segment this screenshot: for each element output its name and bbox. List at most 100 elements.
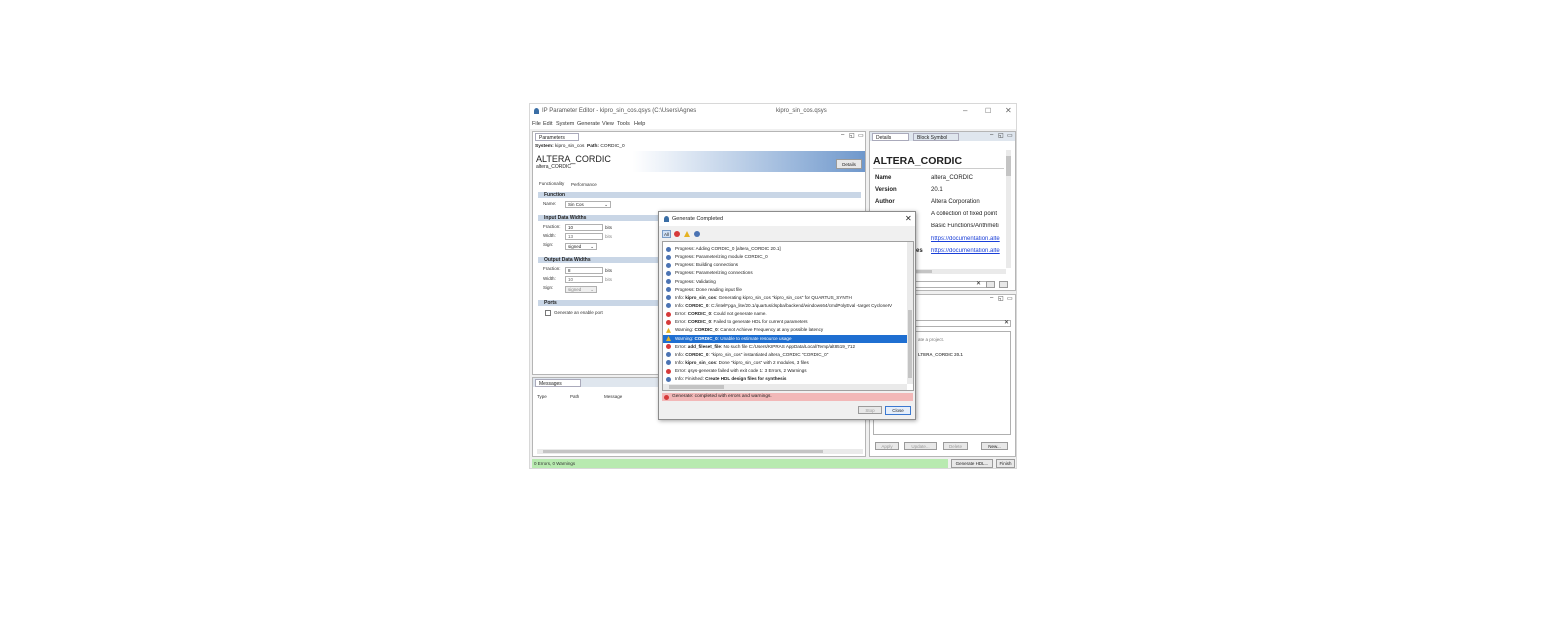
message-row[interactable]: Error: CORDIC_0: Could not generate name… xyxy=(663,310,907,318)
menu-edit[interactable]: Edit xyxy=(543,121,552,127)
new-button[interactable]: New... xyxy=(981,442,1008,450)
panel-maximize-icon[interactable]: ▭ xyxy=(858,132,864,139)
message-subject: CORDIC_0 xyxy=(694,335,718,341)
tab-messages[interactable]: Messages xyxy=(535,379,581,387)
clear-icon[interactable]: ✕ xyxy=(976,280,981,287)
output-fraction-field[interactable]: 8 xyxy=(565,267,603,274)
panel-minimize-icon[interactable]: – xyxy=(841,132,844,138)
menu-view[interactable]: View xyxy=(602,121,614,127)
function-section-header[interactable]: Function xyxy=(538,192,861,198)
output-fraction-label: Fraction: xyxy=(543,266,561,271)
tab-details-label: Details xyxy=(876,135,892,141)
output-fraction-unit: bits xyxy=(605,268,613,273)
details-button[interactable]: Details xyxy=(836,159,862,169)
tab-functionality[interactable]: Functionality xyxy=(539,181,564,186)
message-row[interactable]: Progress: Validating xyxy=(663,278,907,286)
menu-system[interactable]: System xyxy=(556,121,574,127)
error-filter-icon[interactable] xyxy=(674,231,680,237)
minimize-icon[interactable]: – xyxy=(963,106,967,115)
output-width-field[interactable]: 10 xyxy=(565,276,603,283)
apply-button[interactable]: Apply xyxy=(875,442,899,450)
message-row[interactable]: Progress: Building connections xyxy=(663,261,907,269)
warning-filter-icon[interactable] xyxy=(684,231,690,237)
details-minimize-icon[interactable]: – xyxy=(990,132,993,138)
message-row[interactable]: Info: kipro_sin_cos: Done "kipro_sin_cos… xyxy=(663,359,907,367)
message-row[interactable]: Info: Finished: Create HDL design files … xyxy=(663,375,907,383)
messages-hscrollbar[interactable] xyxy=(537,449,863,454)
presets-float-icon[interactable]: ◱ xyxy=(998,295,1004,302)
close-icon[interactable]: ✕ xyxy=(1005,106,1012,115)
finish-button[interactable]: Finish xyxy=(996,459,1015,468)
tab-performance[interactable]: Performance xyxy=(571,182,597,187)
column-path[interactable]: Path xyxy=(570,394,579,399)
filter-all-button[interactable]: All xyxy=(662,230,671,238)
input-width-label: Width: xyxy=(543,233,556,238)
message-row[interactable]: Error: qsys-generate failed with exit co… xyxy=(663,367,907,375)
input-width-field[interactable]: 13 xyxy=(565,233,603,240)
message-text: : C:/intelFpga_lite/20.1/quartus/dspba/b… xyxy=(708,302,893,308)
dialog-vscrollbar[interactable] xyxy=(907,242,913,384)
window-title: IP Parameter Editor - kipro_sin_cos.qsys… xyxy=(542,108,697,114)
message-prefix: Info: xyxy=(675,359,686,365)
dialog-status-bar: Generate: completed with errors and warn… xyxy=(662,393,913,401)
message-prefix: Error: xyxy=(675,343,688,349)
tab-parameters[interactable]: Parameters xyxy=(535,133,579,141)
message-row[interactable]: Info: CORDIC_0: C:/intelFpga_lite/20.1/q… xyxy=(663,302,907,310)
column-type[interactable]: Type xyxy=(537,394,547,399)
generate-hdl-button[interactable]: Generate HDL... xyxy=(951,459,993,468)
input-sign-select[interactable]: signed ⌄ xyxy=(565,243,597,250)
output-sign-select[interactable]: signed ⌄ xyxy=(565,286,597,293)
message-row[interactable]: Warning: CORDIC_0: Unable to estimate re… xyxy=(663,334,907,343)
maximize-icon[interactable]: ☐ xyxy=(985,107,991,115)
message-row[interactable]: Error: CORDIC_0: Failed to generate HDL … xyxy=(663,318,907,326)
dialog-vscroll-thumb[interactable] xyxy=(908,310,912,378)
menu-generate[interactable]: Generate xyxy=(577,121,600,127)
details-float-icon[interactable]: ◱ xyxy=(998,132,1004,139)
menu-tools[interactable]: Tools xyxy=(617,121,630,127)
info-icon xyxy=(666,270,671,276)
message-text: : No such file C:/Users/KIPRAS AppData/L… xyxy=(720,343,856,349)
menu-file[interactable]: File xyxy=(532,121,541,127)
documentation-link[interactable]: https://documentation.alte xyxy=(931,236,1003,242)
message-subject: CORDIC_0 xyxy=(694,327,718,333)
details-vscroll-thumb[interactable] xyxy=(1006,156,1011,176)
presets-maximize-icon[interactable]: ▭ xyxy=(1007,295,1013,302)
messages-hscroll-thumb[interactable] xyxy=(543,450,823,453)
info-filter-icon[interactable] xyxy=(694,231,700,237)
stop-button[interactable]: Stop xyxy=(858,406,882,414)
delete-button[interactable]: Delete xyxy=(943,442,968,450)
close-button[interactable]: Close xyxy=(885,406,911,415)
details-vscrollbar[interactable] xyxy=(1006,150,1011,268)
message-row[interactable]: Error: add_fileset_file: No such file C:… xyxy=(663,343,907,351)
next-icon[interactable] xyxy=(999,281,1008,288)
dialog-hscroll-thumb[interactable] xyxy=(669,385,724,389)
preset-item[interactable]: LTERA_CORDIC 20.1 xyxy=(918,352,963,357)
enable-port-checkbox[interactable] xyxy=(545,310,551,316)
column-message[interactable]: Message xyxy=(604,394,622,399)
message-row[interactable]: Progress: Adding CORDIC_0 [altera_CORDIC… xyxy=(663,245,907,253)
menu-help[interactable]: Help xyxy=(634,121,645,127)
clear-icon[interactable]: ✕ xyxy=(1004,319,1009,326)
input-fraction-field[interactable]: 10 xyxy=(565,224,603,231)
message-row[interactable]: Info: CORDIC_0: "kipro_sin_cos" instanti… xyxy=(663,351,907,359)
update-button[interactable]: Update... xyxy=(904,442,937,450)
message-row[interactable]: Progress: Parameterizing module CORDIC_0 xyxy=(663,253,907,261)
message-row[interactable]: Progress: Parameterizing connections xyxy=(663,269,907,277)
documentation-link[interactable]: https://documentation.alte xyxy=(931,248,1003,254)
presets-minimize-icon[interactable]: – xyxy=(990,295,993,301)
message-row[interactable]: Warning: CORDIC_0: Cannot Achieve Freque… xyxy=(663,326,907,334)
message-row[interactable]: Info: kipro_sin_cos: Generating kipro_si… xyxy=(663,294,907,302)
dialog-hscrollbar[interactable] xyxy=(663,384,907,390)
details-key: Version xyxy=(875,187,897,193)
message-text: : Generating kipro_sin_cos "kipro_sin_co… xyxy=(716,294,852,300)
tab-details[interactable]: Details xyxy=(872,133,909,141)
panel-float-icon[interactable]: ◱ xyxy=(849,132,855,139)
dialog-message-list[interactable]: Progress: Adding CORDIC_0 [altera_CORDIC… xyxy=(662,241,914,391)
message-row[interactable]: Progress: Done reading input file xyxy=(663,286,907,294)
details-maximize-icon[interactable]: ▭ xyxy=(1007,132,1013,139)
tab-block-symbol[interactable]: Block Symbol xyxy=(913,133,959,141)
prev-icon[interactable] xyxy=(986,281,995,288)
presets-hint: ate a project. xyxy=(918,337,945,342)
dialog-close-icon[interactable]: ✕ xyxy=(905,214,912,223)
name-select[interactable]: Sin Cos ⌄ xyxy=(565,201,611,208)
